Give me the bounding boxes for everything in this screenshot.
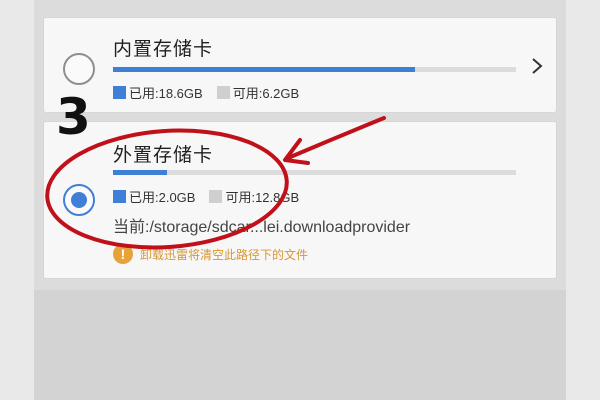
current-path-text: 当前:/storage/sdcar...lei.downloadprovider <box>113 219 411 236</box>
external-usage-bar <box>113 170 516 175</box>
external-usage-legend: 已用:2.0GB 可用:12.8GB <box>113 187 299 206</box>
background-right <box>566 0 600 400</box>
external-used-label: 已用:2.0GB <box>129 190 196 205</box>
panel-lower-area <box>34 290 566 400</box>
internal-free-label: 可用:6.2GB <box>232 86 300 101</box>
chevron-right-icon[interactable] <box>528 55 546 77</box>
radio-external-storage[interactable] <box>63 184 95 216</box>
used-swatch <box>113 86 126 99</box>
background-left <box>0 0 34 400</box>
free-swatch <box>216 86 230 99</box>
free-swatch <box>209 190 223 203</box>
internal-usage-legend: 已用:18.6GB 可用:6.2GB <box>113 83 299 102</box>
external-usage-fill <box>113 170 168 175</box>
warning-circle-icon: ! <box>113 244 133 264</box>
internal-used-label: 已用:18.6GB <box>129 86 203 101</box>
internal-usage-fill <box>113 67 416 72</box>
internal-storage-title: 内置存储卡 <box>113 39 214 60</box>
external-storage-title: 外置存储卡 <box>113 145 214 166</box>
step-number-annotation: 3 <box>56 88 91 146</box>
external-free-label: 可用:12.8GB <box>225 190 300 205</box>
used-swatch <box>113 190 126 203</box>
internal-usage-bar <box>113 67 516 72</box>
radio-internal-storage[interactable] <box>63 53 95 85</box>
warning-text: 卸载迅雷将清空此路径下的文件 <box>140 248 309 262</box>
radio-selected-dot <box>71 192 87 208</box>
